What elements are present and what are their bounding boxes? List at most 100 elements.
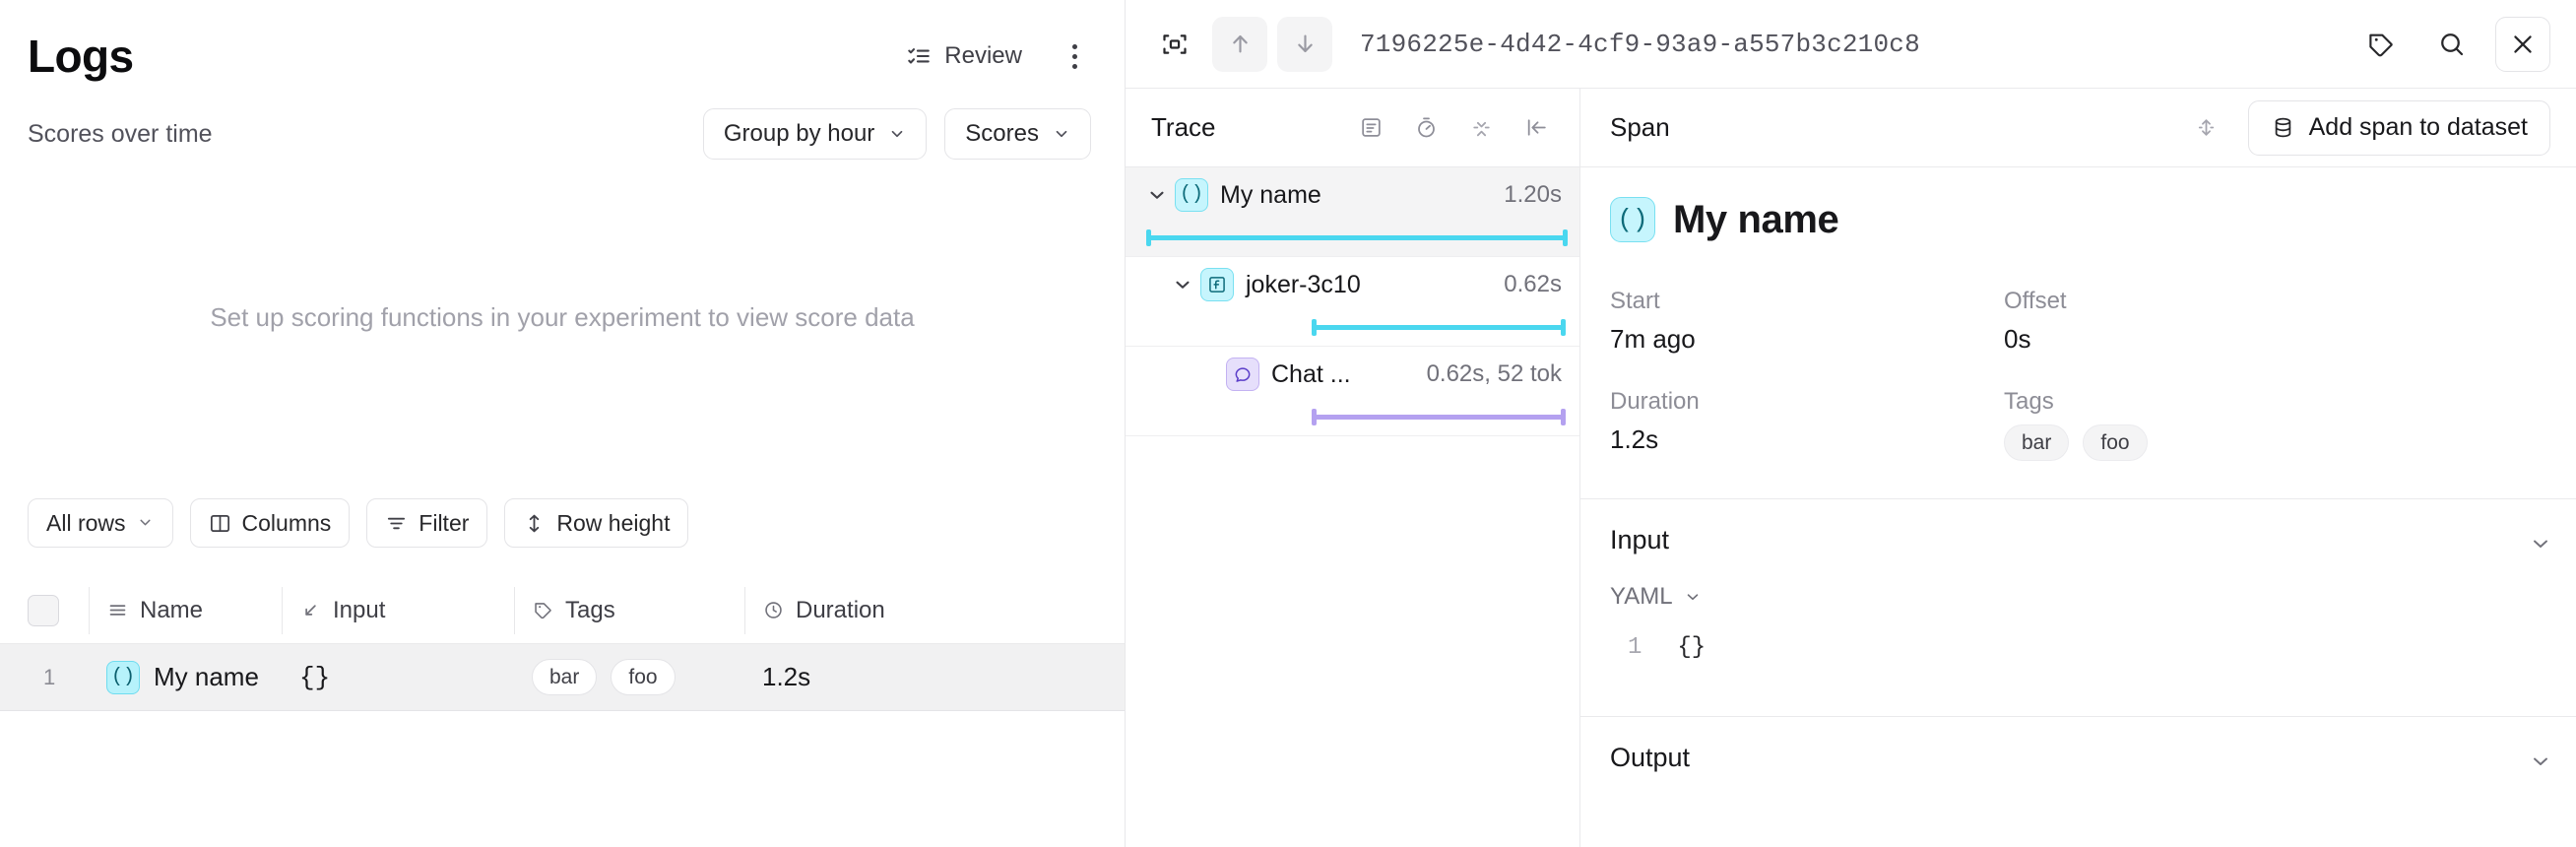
chevron-down-icon[interactable] <box>2529 749 2547 767</box>
row-number: 1 <box>43 664 56 689</box>
span-meta-start-value: 7m ago <box>1610 324 1696 354</box>
resize-vertical-icon[interactable] <box>2183 104 2230 152</box>
trace-span-row[interactable]: Chat ... 0.62s, 52 tok <box>1126 347 1579 436</box>
row-name-label: My name <box>154 662 259 691</box>
column-header-duration-label: Duration <box>796 596 885 623</box>
close-panel-button[interactable] <box>2495 16 2550 72</box>
review-label: Review <box>944 42 1022 69</box>
input-format-dropdown[interactable]: YAML <box>1580 555 2576 611</box>
table-row[interactable]: 1 () My name {} bar foo 1.2s <box>0 644 1125 711</box>
add-span-to-dataset-button[interactable]: Add span to dataset <box>2247 99 2550 156</box>
trace-pane-title: Trace <box>1151 112 1216 142</box>
chevron-down-icon <box>1053 125 1070 143</box>
group-by-dropdown[interactable]: Group by hour <box>702 108 928 160</box>
logs-panel: Logs Review Scores over time Group by ho… <box>0 0 1126 847</box>
columns-button[interactable]: Columns <box>189 498 351 548</box>
more-vertical-icon[interactable] <box>1058 37 1091 75</box>
tag-icon[interactable] <box>2353 17 2409 72</box>
all-rows-dropdown[interactable]: All rows <box>28 498 173 548</box>
chevron-down-icon <box>1684 588 1702 606</box>
column-header-input-label: Input <box>333 596 386 623</box>
input-format-label: YAML <box>1610 583 1673 610</box>
column-header-tags-label: Tags <box>565 596 615 623</box>
review-button[interactable]: Review <box>900 34 1028 78</box>
span-detail-body: () My name Start 7m ago Offset 0s Durati… <box>1580 167 2576 473</box>
logs-header: Logs Review <box>0 0 1125 83</box>
collapse-all-icon[interactable] <box>1457 104 1505 152</box>
output-section-header[interactable]: Output <box>1580 717 2576 773</box>
trace-span-name: My name <box>1220 180 1321 209</box>
span-timeline-track <box>1126 223 1579 256</box>
span-meta-duration-value: 1.2s <box>1610 424 1659 454</box>
input-code-line: 1 {} <box>1580 611 2576 661</box>
trace-span-duration: 0.62s, 52 tok <box>1426 360 1562 387</box>
select-all-checkbox[interactable] <box>28 594 59 626</box>
collapse-panel-icon[interactable] <box>1513 104 1560 152</box>
menu-lines-icon <box>107 600 128 620</box>
columns-icon <box>209 512 231 535</box>
logs-table: Name Input Tags Duration 1 () My name {}… <box>0 577 1125 711</box>
trace-span-label: Chat ... <box>1226 358 1351 391</box>
table-header-row: Name Input Tags Duration <box>0 577 1125 644</box>
span-meta-grid: Start 7m ago Offset 0s Duration 1.2s Tag… <box>1610 288 2546 473</box>
chevron-down-icon[interactable] <box>2529 532 2547 550</box>
database-icon <box>2271 115 2295 140</box>
columns-label: Columns <box>241 509 332 536</box>
clock-icon <box>763 600 784 620</box>
trace-span-row[interactable]: joker-3c10 0.62s <box>1126 257 1579 347</box>
expand-span-icon[interactable] <box>1147 17 1202 72</box>
span-expand-caret[interactable] <box>1139 184 1175 206</box>
span-expand-caret[interactable] <box>1165 274 1200 295</box>
span-meta-tags: Tags bar foo <box>2004 388 2546 461</box>
scores-dropdown[interactable]: Scores <box>944 108 1091 160</box>
column-header-duration[interactable]: Duration <box>744 586 932 634</box>
trace-span-panes: Trace () My name 1.20s joker-3c10 0.62s … <box>1126 89 2576 847</box>
span-meta-start: Start 7m ago <box>1610 288 2004 355</box>
span-meta-duration-label: Duration <box>1610 388 1700 415</box>
filter-label: Filter <box>419 509 470 536</box>
trace-id-label: 7196225e-4d42-4cf9-93a9-a557b3c210c8 <box>1360 29 1920 59</box>
search-icon[interactable] <box>2424 17 2479 72</box>
row-input-cell: {} <box>299 662 331 692</box>
scores-chart-header: Scores over time Group by hour Scores <box>0 83 1125 160</box>
chat-span-icon <box>1226 358 1259 391</box>
trace-topbar: 7196225e-4d42-4cf9-93a9-a557b3c210c8 <box>1126 0 2576 89</box>
span-timeline-bar <box>1312 319 1567 336</box>
next-trace-button[interactable] <box>1277 16 1332 72</box>
span-timeline-track <box>1126 312 1579 346</box>
filter-icon <box>385 512 408 535</box>
chart-controls: Group by hour Scores <box>702 108 1091 160</box>
span-detail-pane: Span Add span to dataset () My name Star… <box>1580 89 2576 847</box>
column-header-input[interactable]: Input <box>282 586 514 634</box>
column-header-tags[interactable]: Tags <box>514 586 744 634</box>
trace-span-row[interactable]: () My name 1.20s <box>1126 167 1579 257</box>
tag-chip: foo <box>2083 424 2148 461</box>
trace-tree-pane: Trace () My name 1.20s joker-3c10 0.62s … <box>1126 89 1580 847</box>
arrow-down-right-icon <box>300 600 321 620</box>
span-meta-offset-value: 0s <box>2004 324 2031 354</box>
filter-button[interactable]: Filter <box>366 498 488 548</box>
row-name-cell: () My name <box>89 660 282 694</box>
group-by-label: Group by hour <box>723 120 875 147</box>
trace-pane-header: Trace <box>1126 89 1579 167</box>
input-section-header[interactable]: Input <box>1580 499 2576 555</box>
close-icon <box>2514 34 2532 53</box>
previous-trace-button[interactable] <box>1212 16 1267 72</box>
scores-dropdown-label: Scores <box>965 120 1039 147</box>
chevron-down-icon <box>1150 191 1164 199</box>
summary-icon[interactable] <box>1347 104 1394 152</box>
table-toolbar: All rows Columns Filter Row height <box>0 498 1125 548</box>
input-section-title: Input <box>1610 525 1670 554</box>
row-height-button[interactable]: Row height <box>504 498 689 548</box>
span-timeline-bar <box>1145 229 1569 246</box>
column-header-name[interactable]: Name <box>89 586 282 634</box>
all-rows-label: All rows <box>46 509 126 536</box>
row-duration-cell: 1.2s <box>762 662 811 691</box>
tag-chip: bar <box>2004 424 2070 461</box>
span-type-icon: () <box>1610 197 1655 242</box>
timer-icon[interactable] <box>1402 104 1449 152</box>
checklist-icon <box>906 43 932 69</box>
row-height-label: Row height <box>556 509 671 536</box>
app-root: Logs Review Scores over time Group by ho… <box>0 0 2576 847</box>
trace-span-name: Chat ... <box>1271 359 1351 388</box>
